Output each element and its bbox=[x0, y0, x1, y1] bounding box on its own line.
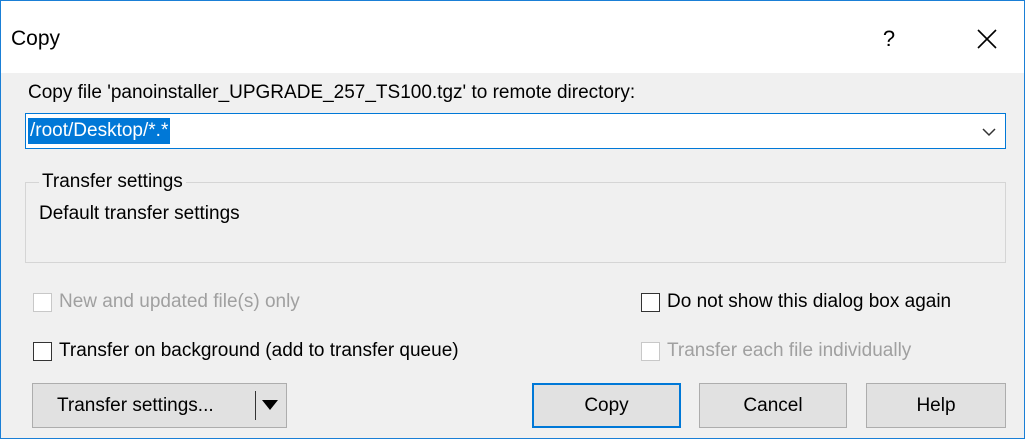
transfer-settings-button-label: Transfer settings... bbox=[57, 395, 214, 416]
help-button[interactable]: Help bbox=[866, 383, 1006, 428]
remote-directory-input[interactable]: /root/Desktop/*.* bbox=[28, 118, 171, 144]
checkbox-box[interactable] bbox=[641, 292, 660, 312]
remote-directory-combobox[interactable]: /root/Desktop/*.* bbox=[25, 113, 1006, 149]
transfer-settings-legend: Transfer settings bbox=[39, 171, 186, 193]
chevron-down-icon[interactable] bbox=[979, 122, 999, 142]
new-updated-only-checkbox[interactable]: New and updated file(s) only bbox=[33, 291, 300, 313]
copy-prompt-label: Copy file 'panoinstaller_UPGRADE_257_TS1… bbox=[28, 82, 636, 103]
close-icon bbox=[977, 29, 997, 49]
transfer-settings-summary: Default transfer settings bbox=[39, 203, 240, 224]
transfer-individually-checkbox[interactable]: Transfer each file individually bbox=[641, 340, 911, 362]
copy-button[interactable]: Copy bbox=[532, 383, 681, 428]
transfer-settings-group: Transfer settings Default transfer setti… bbox=[25, 171, 1006, 263]
help-title-button[interactable]: ? bbox=[869, 21, 909, 57]
checkbox-box[interactable] bbox=[33, 292, 52, 312]
new-updated-only-label: New and updated file(s) only bbox=[59, 291, 300, 312]
checkbox-box[interactable] bbox=[33, 341, 52, 361]
copy-dialog: Copy ? Copy file 'panoinstaller_UPGRADE_… bbox=[0, 0, 1025, 439]
dropdown-arrow-icon[interactable] bbox=[261, 399, 279, 411]
close-button[interactable] bbox=[963, 21, 1011, 57]
transfer-settings-button[interactable]: Transfer settings... bbox=[32, 383, 287, 428]
title-bar[interactable]: Copy ? bbox=[1, 1, 1024, 73]
cancel-button[interactable]: Cancel bbox=[699, 383, 847, 428]
transfer-background-checkbox[interactable]: Transfer on background (add to transfer … bbox=[33, 340, 459, 362]
dialog-title: Copy bbox=[11, 27, 61, 50]
checkbox-box[interactable] bbox=[641, 341, 660, 361]
do-not-show-checkbox[interactable]: Do not show this dialog box again bbox=[641, 291, 951, 313]
do-not-show-label: Do not show this dialog box again bbox=[667, 291, 952, 312]
split-button-separator bbox=[255, 391, 256, 420]
transfer-individually-label: Transfer each file individually bbox=[667, 340, 912, 361]
transfer-background-label: Transfer on background (add to transfer … bbox=[59, 340, 459, 361]
